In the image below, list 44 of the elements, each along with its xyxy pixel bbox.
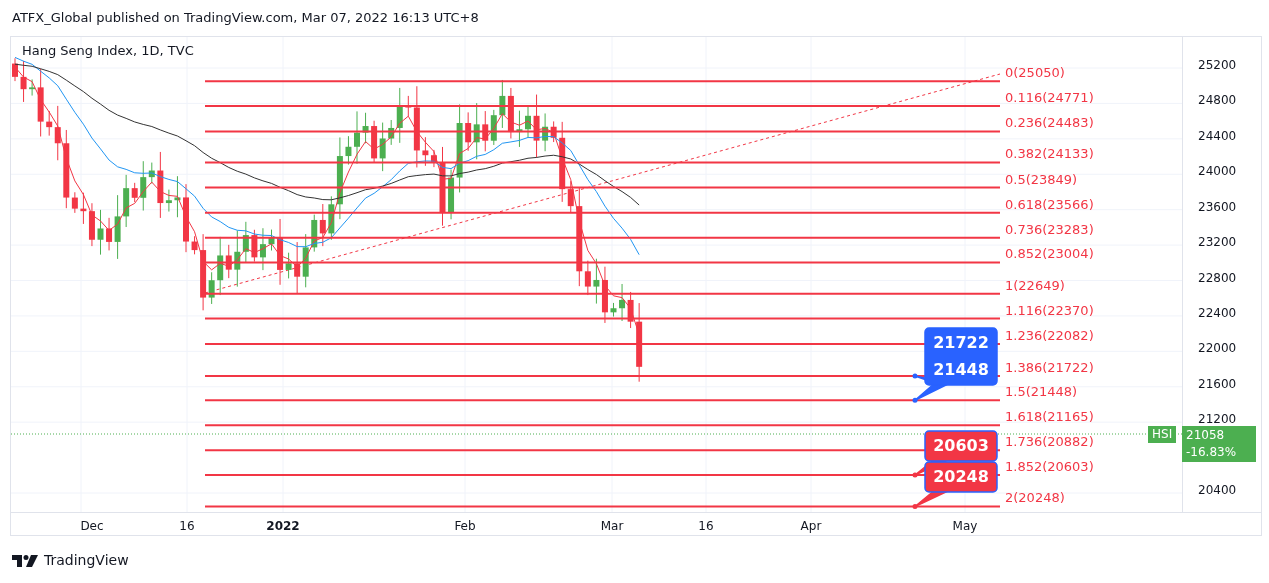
fibonacci-level-label: 0.618(23566) — [1005, 196, 1094, 212]
price-axis-label: 24400 — [1198, 129, 1237, 142]
tradingview-logo-icon — [12, 554, 38, 567]
price-axis-label: 22800 — [1198, 271, 1237, 284]
time-axis-label: May — [952, 518, 978, 535]
price-axis-label: 20400 — [1198, 484, 1237, 496]
price-axis-label: 23200 — [1198, 236, 1237, 249]
price-axis-label: 21200 — [1198, 413, 1237, 426]
time-axis-label: Feb — [454, 518, 476, 535]
price-axis-label: 24800 — [1198, 94, 1237, 107]
price-axis-label: 22000 — [1198, 342, 1237, 355]
fibonacci-level-label: 1.116(22370) — [1005, 302, 1094, 318]
price-axis-label: 23600 — [1198, 200, 1237, 213]
price-axis-label: 24000 — [1198, 165, 1237, 178]
fibonacci-level-label: 0.736(23283) — [1005, 221, 1094, 237]
fibonacci-level-label: 1.5(21448) — [1005, 384, 1078, 400]
fibonacci-level-label: 0.5(23849) — [1005, 171, 1078, 187]
time-axis-label: Apr — [800, 518, 822, 535]
fibonacci-level-label: 0(25050) — [1005, 65, 1065, 81]
price-axis-label: 25200 — [1198, 59, 1237, 71]
fibonacci-level-label: 1.736(20882) — [1005, 434, 1094, 450]
symbol-tag: HSI — [1148, 426, 1177, 443]
time-axis-label: 16 — [698, 518, 714, 535]
brand-name: TradingView — [44, 551, 129, 570]
fibonacci-level-label: 1.386(21722) — [1005, 359, 1094, 375]
last-price: 21058 — [1186, 427, 1226, 444]
fibonacci-level-label: 1.236(22082) — [1005, 328, 1094, 344]
price-axis-label: 22400 — [1198, 306, 1237, 319]
fibonacci-level-label: 0.382(24133) — [1005, 146, 1094, 162]
fibonacci-level-label: 1(22649) — [1005, 277, 1065, 293]
time-axis-label: 16 — [179, 518, 195, 535]
time-axis-label: Dec — [80, 518, 104, 535]
fibonacci-level-label: 1.618(21165) — [1005, 409, 1094, 425]
fibonacci-level-label: 0.116(24771) — [1005, 90, 1094, 105]
publish-info: ATFX_Global published on TradingView.com, Mar 07, 2022 16:13 UTC+8 — [12, 9, 479, 28]
time-axis-label: 2022 — [266, 518, 300, 535]
fibonacci-level-label: 0.236(24483) — [1005, 115, 1094, 131]
fibonacci-level-label: 2(20248) — [1005, 490, 1065, 506]
price-axis-label: 21600 — [1198, 377, 1237, 390]
fibonacci-level-label: 1.852(20603) — [1005, 459, 1094, 475]
time-axis-label: Mar — [600, 518, 624, 535]
chart-title: Hang Seng Index, 1D, TVC — [22, 42, 194, 60]
price-change: -16.83% — [1186, 444, 1238, 461]
fibonacci-level-label: 0.852(23004) — [1005, 246, 1094, 262]
